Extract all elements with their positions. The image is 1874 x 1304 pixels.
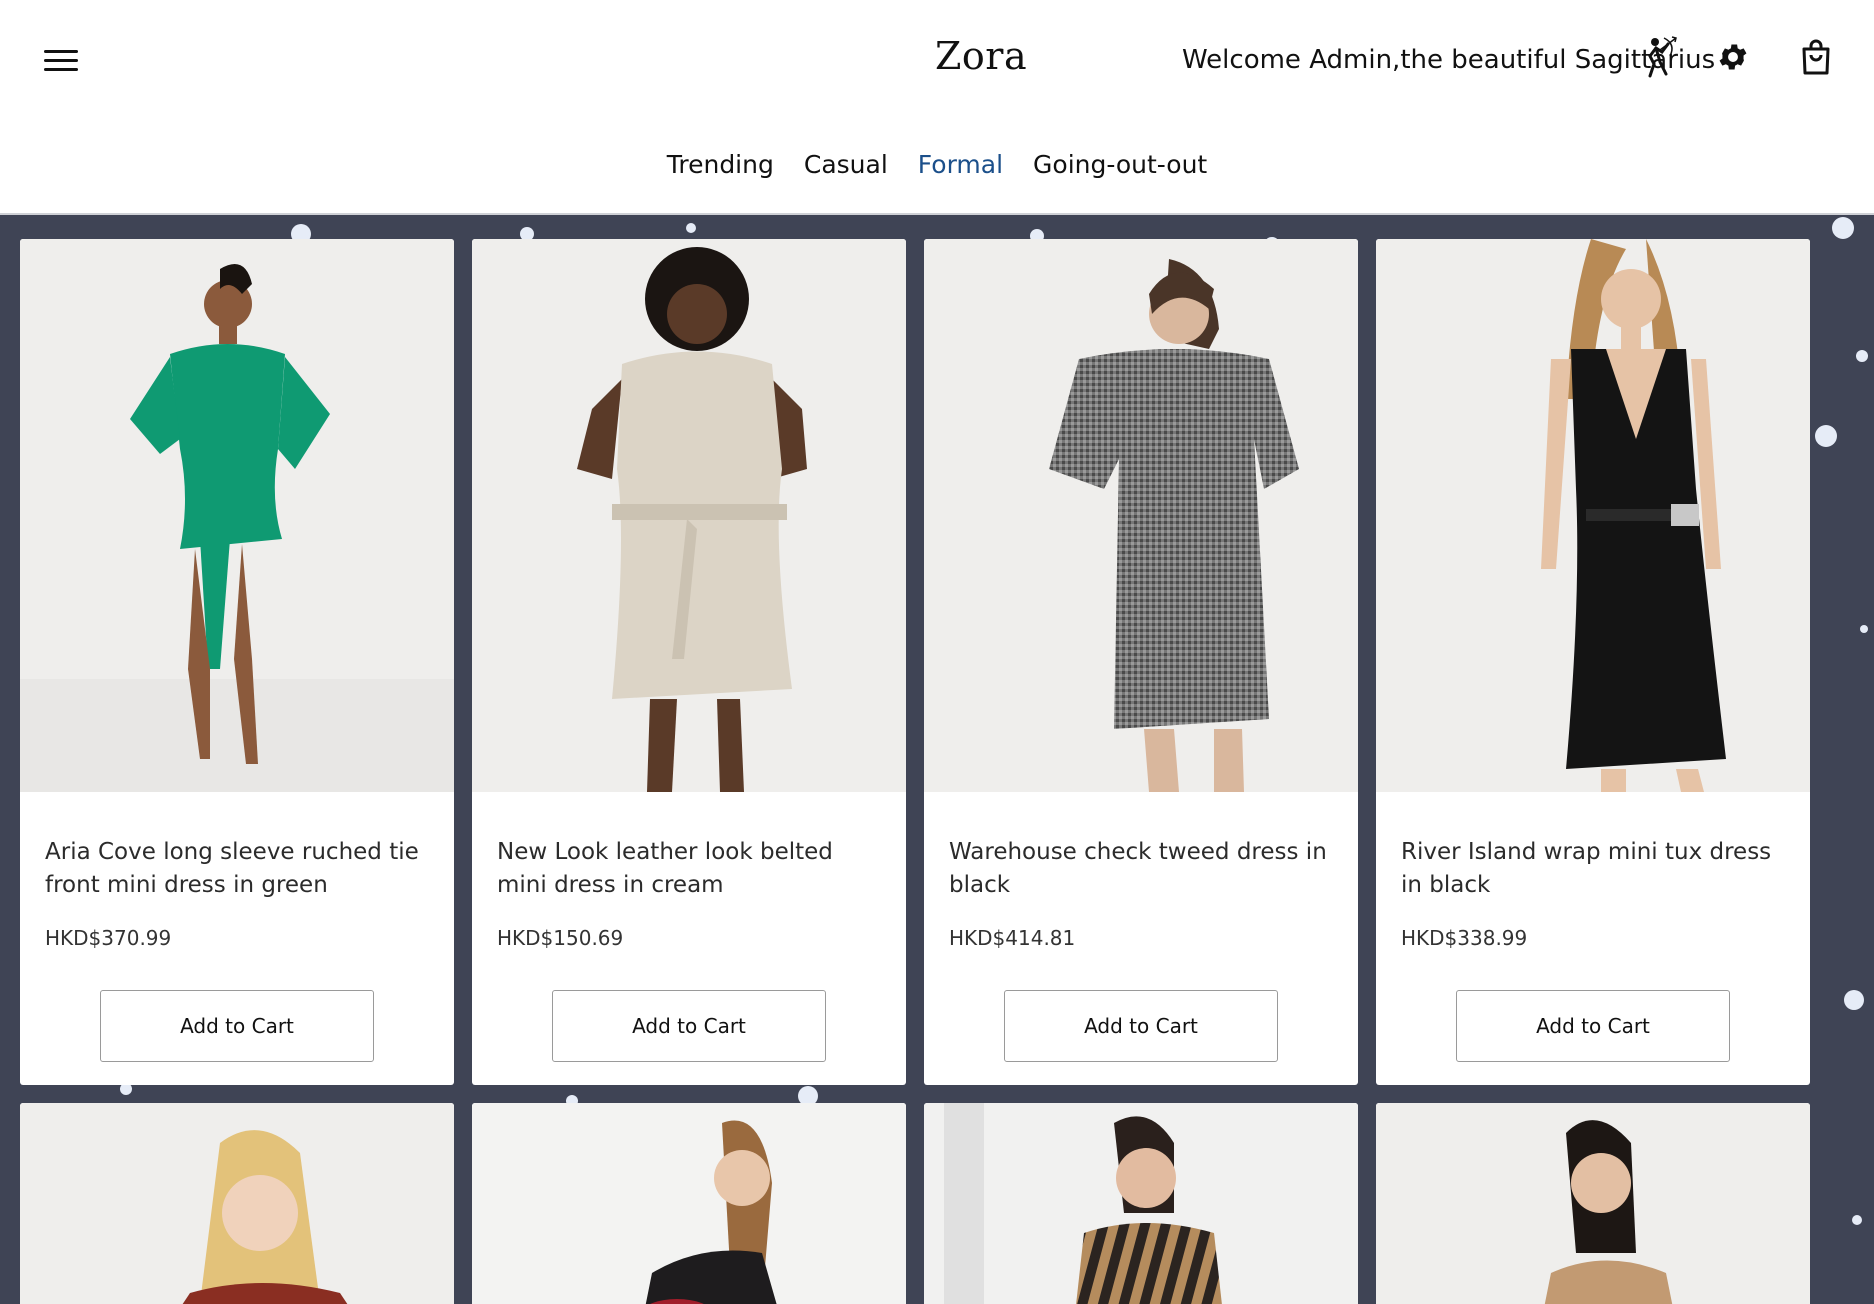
top-header: Zora Welcome Admin,the beautiful Sagitta… (0, 0, 1874, 215)
product-photo-green-dress[interactable] (20, 239, 454, 792)
product-title[interactable]: Warehouse check tweed dress in black (949, 836, 1333, 902)
product-card[interactable] (924, 1103, 1358, 1304)
product-price: HKD$414.81 (949, 926, 1076, 950)
product-card[interactable] (20, 1103, 454, 1304)
product-photo-tux-dress[interactable] (1376, 239, 1810, 792)
add-to-cart-button[interactable]: Add to Cart (100, 990, 374, 1062)
add-to-cart-button[interactable]: Add to Cart (552, 990, 826, 1062)
model-camel-dress-photo[interactable] (1376, 1103, 1810, 1304)
category-tabs: Trending Casual Formal Going-out-out (0, 150, 1874, 179)
tab-formal[interactable]: Formal (918, 150, 1003, 179)
tab-trending[interactable]: Trending (667, 150, 774, 179)
brand-logo[interactable]: Zora (935, 34, 1027, 78)
gear-icon[interactable] (1716, 40, 1750, 74)
product-grid: Aria Cove long sleeve ruched tie front m… (20, 239, 1810, 1304)
product-title[interactable]: River Island wrap mini tux dress in blac… (1401, 836, 1785, 902)
snow-dot (1856, 350, 1868, 362)
model-black-sequin-dress-photo[interactable] (472, 1103, 906, 1304)
product-price: HKD$150.69 (497, 926, 624, 950)
product-photo-cream-dress[interactable] (472, 239, 906, 792)
product-photo-tweed-dress[interactable] (924, 239, 1358, 792)
tab-casual[interactable]: Casual (804, 150, 888, 179)
model-striped-shirt-dress-photo[interactable] (924, 1103, 1358, 1304)
add-to-cart-button[interactable]: Add to Cart (1456, 990, 1730, 1062)
welcome-message: Welcome Admin,the beautiful Sagittarius (1182, 45, 1716, 75)
product-card[interactable]: River Island wrap mini tux dress in blac… (1376, 239, 1810, 1085)
tab-going-out-out[interactable]: Going-out-out (1033, 150, 1207, 179)
product-price: HKD$370.99 (45, 926, 172, 950)
product-title[interactable]: Aria Cove long sleeve ruched tie front m… (45, 836, 429, 902)
shopping-bag-icon[interactable] (1800, 38, 1832, 76)
product-area[interactable]: Aria Cove long sleeve ruched tie front m… (0, 215, 1874, 1304)
product-card[interactable]: Aria Cove long sleeve ruched tie front m… (20, 239, 454, 1085)
product-price: HKD$338.99 (1401, 926, 1528, 950)
blonde-model-red-blazer-photo[interactable] (20, 1103, 454, 1304)
hamburger-menu-icon[interactable] (44, 50, 78, 76)
product-card[interactable]: Warehouse check tweed dress in black HKD… (924, 239, 1358, 1085)
snow-dot (686, 223, 696, 233)
snow-dot (1860, 625, 1868, 633)
add-to-cart-button[interactable]: Add to Cart (1004, 990, 1278, 1062)
sagittarius-archer-icon (1648, 36, 1677, 78)
snow-dot (1852, 1215, 1862, 1225)
product-card[interactable]: New Look leather look belted mini dress … (472, 239, 906, 1085)
snow-dot (1844, 990, 1864, 1010)
snow-dot (1832, 217, 1854, 239)
product-card[interactable] (1376, 1103, 1810, 1304)
product-card[interactable] (472, 1103, 906, 1304)
snow-dot (1815, 425, 1837, 447)
product-title[interactable]: New Look leather look belted mini dress … (497, 836, 881, 902)
